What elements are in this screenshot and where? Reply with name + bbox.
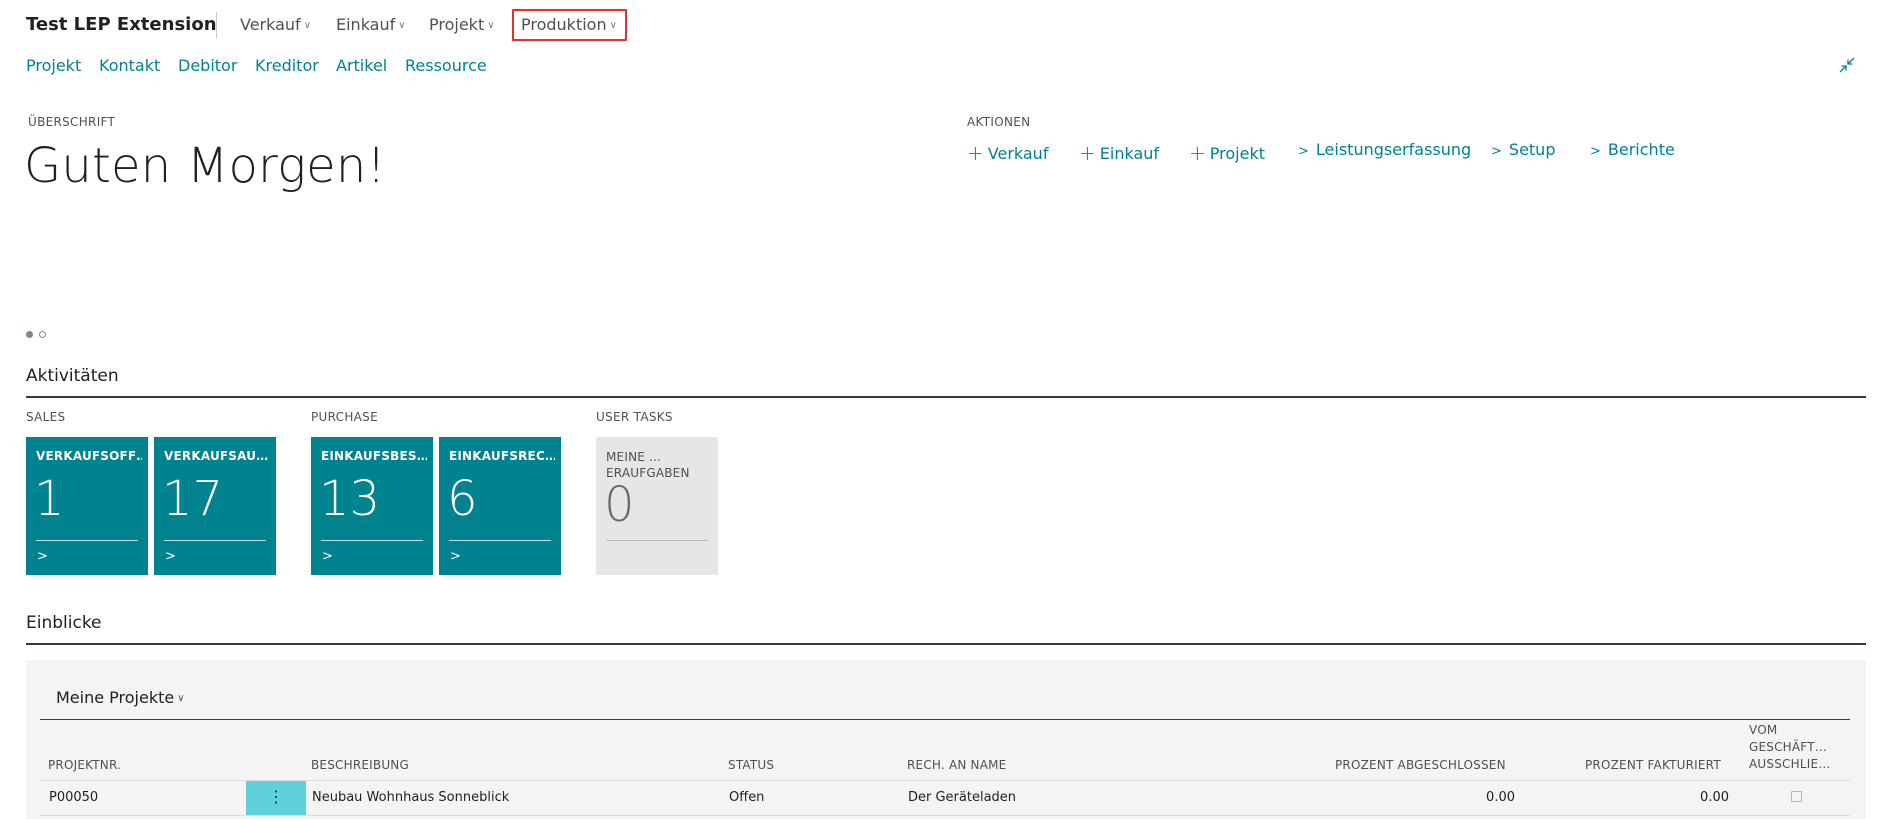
tile-value: 6 (447, 471, 478, 527)
subnav-projekt[interactable]: Projekt (26, 56, 81, 75)
column-header-line: AUSSCHLIE… (1749, 757, 1831, 771)
pager-dot-active[interactable] (26, 331, 33, 338)
chevron-right-icon: > (165, 549, 176, 564)
subnav-kontakt[interactable]: Kontakt (99, 56, 160, 75)
chevron-down-icon: ∨ (487, 20, 495, 31)
tile-divider (164, 540, 266, 541)
activities-divider (26, 396, 1866, 398)
tile-value: 17 (162, 471, 224, 527)
subnav-ressource[interactable]: Ressource (405, 56, 487, 75)
list-divider (40, 719, 1850, 720)
tile-caption: EINKAUFSBES… (321, 449, 427, 463)
action-label: Berichte (1607, 140, 1675, 159)
tile-divider (36, 540, 138, 541)
column-header-status[interactable]: STATUS (728, 758, 774, 772)
tile-value: 1 (34, 471, 65, 527)
tile-einkaufsrechnungen[interactable]: EINKAUFSREC… 6 > (439, 437, 561, 575)
column-header-vom-geschaeft-ausgeschlossen[interactable]: VOM GESCHÄFT… AUSSCHLIE… (1749, 722, 1830, 773)
chevron-right-icon: > (37, 549, 48, 564)
group-caption-user-tasks: USER TASKS (596, 410, 673, 424)
cell-rech-an-name: Der Geräteladen (908, 790, 1017, 805)
nav-item-projekt[interactable]: Projekt ∨ (429, 15, 495, 34)
nav-divider (216, 12, 217, 38)
nav-item-label: Einkauf (336, 15, 396, 34)
tile-caption: VERKAUFSOFF… (36, 449, 142, 463)
chevron-right-icon: > (1491, 144, 1502, 159)
row-actions-button[interactable]: ⋮ (246, 781, 306, 815)
action-einkauf[interactable]: + Einkauf (1079, 140, 1160, 165)
action-setup[interactable]: > Setup (1491, 140, 1555, 159)
action-label: Einkauf (1099, 144, 1160, 163)
table-header-divider (40, 780, 1850, 781)
chevron-down-icon: ∨ (609, 20, 617, 31)
more-vertical-icon: ⋮ (268, 787, 284, 806)
chevron-right-icon: > (1590, 144, 1601, 159)
nav-item-label: Projekt (429, 15, 485, 34)
nav-item-verkauf[interactable]: Verkauf ∨ (240, 15, 311, 34)
tile-verkaufsangebote[interactable]: VERKAUFSOFF… 1 > (26, 437, 148, 575)
action-berichte[interactable]: > Berichte (1590, 140, 1675, 159)
tile-value: 13 (319, 471, 381, 527)
column-header-line: GESCHÄFT… (1749, 740, 1827, 754)
tile-caption: EINKAUFSREC… (449, 449, 555, 463)
cell-projektnr-link[interactable]: P00050 (49, 790, 98, 805)
group-caption-purchase: PURCHASE (311, 410, 378, 424)
app-title: Test LEP Extension (26, 14, 217, 35)
action-label: Projekt (1209, 144, 1265, 163)
tile-divider (449, 540, 551, 541)
column-header-projektnr[interactable]: PROJEKTNR. (48, 758, 121, 772)
column-header-rech-an-name[interactable]: RECH. AN NAME (907, 758, 1006, 772)
nav-item-produktion[interactable]: Produktion ∨ (521, 15, 617, 34)
collapse-icon[interactable] (1838, 56, 1856, 74)
activities-title: Aktivitäten (26, 366, 119, 386)
nav-item-label: Verkauf (240, 15, 301, 34)
tile-value: 0 (604, 477, 635, 533)
chevron-right-icon: > (322, 549, 333, 564)
subnav-kreditor[interactable]: Kreditor (255, 56, 319, 75)
nav-item-label: Produktion (521, 15, 607, 34)
cell-prozent-abgeschlossen: 0.00 (1486, 790, 1515, 805)
action-label: Setup (1508, 140, 1556, 159)
page-title: Guten Morgen! (24, 138, 386, 194)
chevron-right-icon: > (1298, 144, 1309, 159)
tile-divider (321, 540, 423, 541)
chevron-down-icon: ∨ (303, 20, 312, 31)
action-verkauf[interactable]: + Verkauf (967, 140, 1049, 165)
cell-status: Offen (729, 790, 765, 805)
nav-item-einkauf[interactable]: Einkauf ∨ (336, 15, 406, 34)
cell-beschreibung: Neubau Wohnhaus Sonneblick (312, 790, 510, 805)
list-title-label: Meine Projekte (56, 688, 175, 707)
tile-caption: VERKAUFSAU… (164, 449, 269, 463)
plus-icon: + (1079, 141, 1096, 165)
group-caption-sales: SALES (26, 410, 66, 424)
subnav-debitor[interactable]: Debitor (178, 56, 237, 75)
column-header-prozent-fakturiert[interactable]: PROZENT FAKTURIERT (1585, 758, 1721, 772)
chevron-down-icon: ∨ (398, 20, 406, 31)
table-row-divider (40, 815, 1850, 816)
tile-divider (606, 540, 708, 541)
plus-icon: + (1189, 141, 1206, 165)
list-title-dropdown[interactable]: Meine Projekte ∨ (56, 688, 185, 707)
plus-icon: + (967, 141, 984, 165)
tile-verkaufsauftraege[interactable]: VERKAUFSAU… 17 > (154, 437, 276, 575)
subnav-artikel[interactable]: Artikel (336, 56, 387, 75)
cell-ausgeschlossen-checkbox[interactable] (1791, 791, 1802, 802)
chevron-right-icon: > (450, 549, 461, 564)
tile-einkaufsbestellungen[interactable]: EINKAUFSBES… 13 > (311, 437, 433, 575)
column-header-prozent-abgeschlossen[interactable]: PROZENT ABGESCHLOSSEN (1335, 758, 1506, 772)
pager-dot[interactable] (39, 331, 46, 338)
action-label: Verkauf (987, 144, 1049, 163)
column-header-beschreibung[interactable]: BESCHREIBUNG (311, 758, 409, 772)
action-projekt[interactable]: + Projekt (1189, 140, 1265, 165)
actions-caption: AKTIONEN (967, 115, 1031, 129)
headline-caption: ÜBERSCHRIFT (28, 115, 116, 129)
column-header-line: VOM (1749, 723, 1778, 737)
insights-divider (26, 643, 1866, 645)
insights-title: Einblicke (26, 613, 102, 633)
chevron-down-icon: ∨ (177, 693, 185, 704)
tile-meine-benutzeraufgaben[interactable]: MEINE …ERAUFGABEN 0 (596, 437, 718, 575)
cell-prozent-fakturiert: 0.00 (1700, 790, 1729, 805)
action-label: Leistungserfassung (1315, 140, 1472, 159)
action-leistungserfassung[interactable]: > Leistungserfassung (1298, 140, 1471, 159)
